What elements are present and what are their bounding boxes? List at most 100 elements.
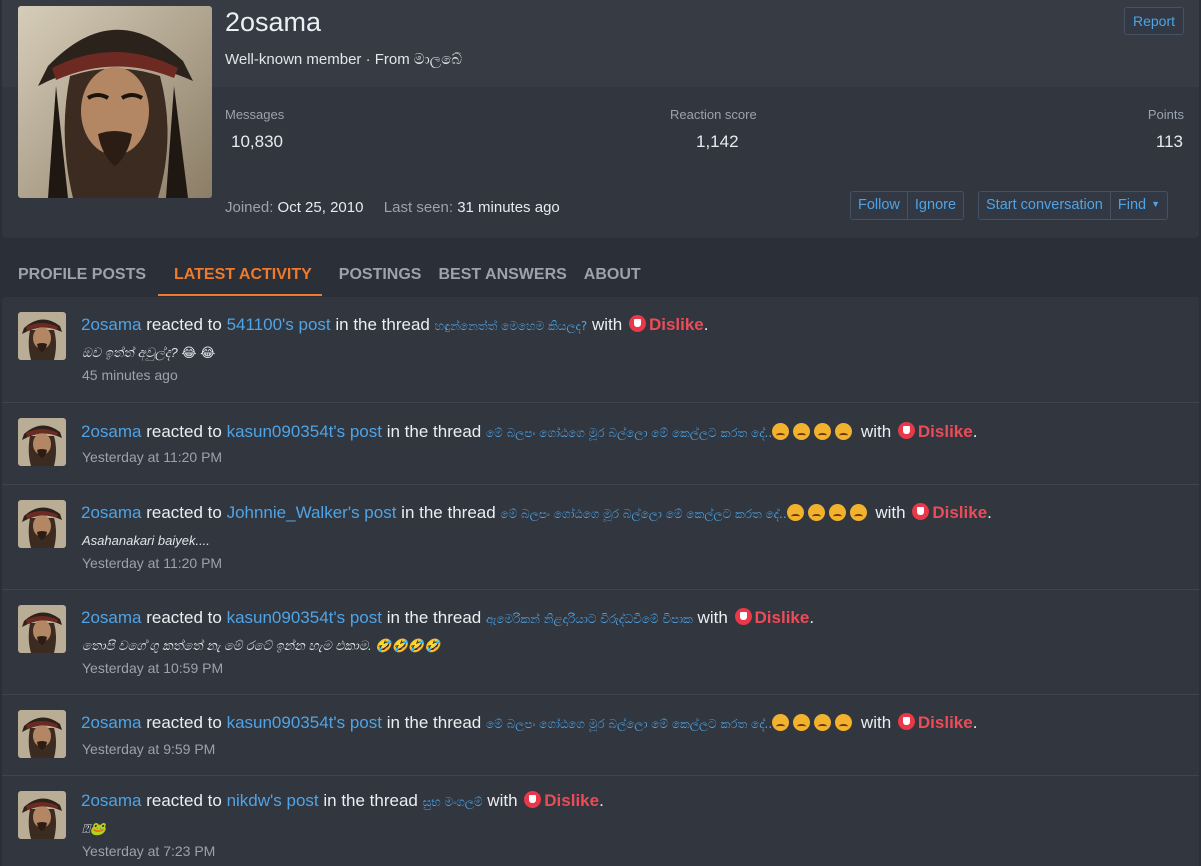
points-value[interactable]: 113 — [1156, 132, 1183, 152]
thumbs-down-icon — [734, 608, 752, 625]
emoji-row — [772, 423, 856, 445]
activity-headline: 2osama reacted to kasun090354t's post in… — [81, 422, 977, 445]
angry-emoji-icon — [793, 714, 811, 731]
find-menu-button[interactable]: Find ▼ — [1109, 192, 1167, 219]
dislike-reaction: Dislike — [754, 608, 810, 627]
messages-value[interactable]: 10,830 — [231, 132, 283, 152]
activity-headline: 2osama reacted to kasun090354t's post in… — [81, 713, 977, 736]
activity-headline: 2osama reacted to nikdw's post in the th… — [81, 791, 604, 811]
angry-emoji-icon — [772, 423, 790, 440]
post-link[interactable]: kasun090354t's post — [227, 422, 382, 441]
username-link[interactable]: 2osama — [81, 503, 141, 522]
avatar-image — [18, 605, 66, 653]
username-link[interactable]: 2osama — [81, 608, 141, 627]
avatar[interactable] — [18, 791, 66, 839]
thread-link[interactable]: ඇමෙරිකන් නිළදාරියාට විරුද්ධවීමේ විපාක — [486, 612, 693, 626]
angry-emoji-icon — [807, 504, 825, 521]
thread-link[interactable]: හඳුන්නෙත්ත් මෙහෙම කියලද? — [435, 319, 588, 333]
find-label: Find — [1117, 197, 1147, 213]
post-snippet: ⍰🐸 — [82, 821, 106, 836]
with-text: with — [591, 315, 623, 334]
tab-postings[interactable]: POSTINGS — [339, 255, 422, 296]
thread-link[interactable]: මේ බලපං ගෝඨගෙ මූර බල්ලො මේ කෙල්ලට කරත දේ… — [486, 717, 772, 731]
angry-emoji-icon — [786, 504, 804, 521]
in-thread-text: in the thread — [386, 422, 482, 441]
ignore-button[interactable]: Ignore — [906, 192, 963, 219]
activity-time[interactable]: Yesterday at 10:59 PM — [82, 660, 223, 676]
post-link[interactable]: kasun090354t's post — [227, 713, 382, 732]
post-link[interactable]: 541100's post — [227, 315, 331, 334]
user-title: Well-known member · From මාලබේ — [225, 51, 463, 68]
thread-link[interactable]: සුභ මංගලම් — [423, 795, 483, 809]
period: . — [987, 503, 992, 522]
post-snippet: තොපි වගේ ගු කත්තේ නැ මේ රටේ ඉන්න හැම එකා… — [82, 638, 441, 653]
activity-item: 2osama reacted to kasun090354t's post in… — [2, 694, 1199, 775]
period: . — [809, 608, 815, 627]
with-text: with — [875, 503, 906, 522]
points-label: Points — [1147, 107, 1184, 122]
start-conversation-button[interactable]: Start conversation — [979, 192, 1110, 219]
reacted-to-text: reacted to — [146, 608, 222, 627]
tab-latest-activity[interactable]: LATEST ACTIVITY — [158, 255, 322, 296]
post-link[interactable]: nikdw's post — [227, 791, 319, 810]
angry-emoji-icon — [828, 504, 846, 521]
period: . — [703, 315, 709, 334]
activity-headline: 2osama reacted to Johnnie_Walker's post … — [81, 503, 992, 526]
avatar[interactable] — [18, 710, 66, 758]
username-link[interactable]: 2osama — [81, 791, 141, 810]
dislike-reaction: Dislike — [932, 503, 988, 522]
activity-time[interactable]: Yesterday at 9:59 PM — [82, 741, 215, 757]
username-link[interactable]: 2osama — [81, 422, 141, 441]
reaction-score-label: Reaction score — [670, 107, 757, 122]
post-link[interactable]: kasun090354t's post — [227, 608, 382, 627]
post-snippet: ඔව ඉත්ත් අවුල්ද? 😂 😂 — [82, 345, 216, 360]
avatar-image — [18, 6, 212, 198]
avatar[interactable] — [18, 6, 212, 198]
avatar[interactable] — [18, 605, 66, 653]
tab-profile-posts[interactable]: PROFILE POSTS — [18, 255, 146, 296]
activity-time[interactable]: Yesterday at 11:20 PM — [82, 449, 222, 465]
activity-item: 2osama reacted to nikdw's post in the th… — [2, 775, 1199, 866]
reaction-score-value[interactable]: 1,142 — [696, 132, 739, 152]
in-thread-text: in the thread — [386, 713, 482, 732]
thread-link[interactable]: මේ බලපං ගෝඨගෙ මූර බල්ලො මේ කෙල්ලට කරත දේ… — [500, 507, 786, 521]
post-link[interactable]: Johnnie_Walker's post — [227, 503, 397, 522]
tab-best-answers[interactable]: BEST ANSWERS — [438, 255, 566, 296]
angry-emoji-icon — [772, 714, 790, 731]
username-link[interactable]: 2osama — [81, 713, 141, 732]
avatar[interactable] — [18, 500, 66, 548]
angry-emoji-icon — [835, 714, 853, 731]
dislike-reaction: Dislike — [544, 791, 600, 810]
activity-time[interactable]: 45 minutes ago — [82, 367, 178, 383]
chevron-down-icon: ▼ — [1151, 199, 1161, 209]
member-profile-page: 2osama Well-known member · From මාලබේ Re… — [0, 0, 1201, 866]
thumbs-down-icon — [897, 713, 915, 730]
avatar[interactable] — [18, 418, 66, 466]
angry-emoji-icon — [849, 504, 867, 521]
activity-time[interactable]: Yesterday at 11:20 PM — [82, 555, 222, 571]
username: 2osama — [225, 7, 322, 37]
follow-ignore-group: Follow Ignore — [850, 191, 965, 220]
emoji-row — [786, 504, 871, 526]
tab-about[interactable]: ABOUT — [584, 255, 641, 296]
activity-time[interactable]: Yesterday at 7:23 PM — [82, 843, 215, 859]
profile-tabs: PROFILE POSTS LATEST ACTIVITY POSTINGS B… — [0, 255, 1201, 297]
avatar[interactable] — [18, 312, 66, 360]
last-seen-label: Last seen: — [383, 199, 454, 216]
last-seen-value: 31 minutes ago — [457, 199, 560, 216]
dislike-reaction: Dislike — [917, 713, 973, 732]
activity-item: 2osama reacted to kasun090354t's post in… — [2, 402, 1199, 484]
post-snippet: Asahanakari baiyek.... — [82, 533, 210, 548]
avatar-image — [18, 791, 66, 839]
angry-emoji-icon — [835, 423, 853, 440]
in-thread-text: in the thread — [401, 503, 496, 522]
report-button[interactable]: Report — [1123, 7, 1184, 35]
avatar-image — [18, 312, 66, 360]
thread-link[interactable]: මේ බලපං ගෝඨගෙ මූර බල්ලො මේ කෙල්ලට කරත දේ… — [486, 426, 772, 440]
follow-button[interactable]: Follow — [851, 192, 907, 219]
username-link[interactable]: 2osama — [81, 315, 141, 334]
angry-emoji-icon — [793, 423, 811, 440]
avatar-image — [18, 418, 66, 466]
in-thread-text: in the thread — [386, 608, 482, 627]
with-text: with — [487, 791, 518, 810]
